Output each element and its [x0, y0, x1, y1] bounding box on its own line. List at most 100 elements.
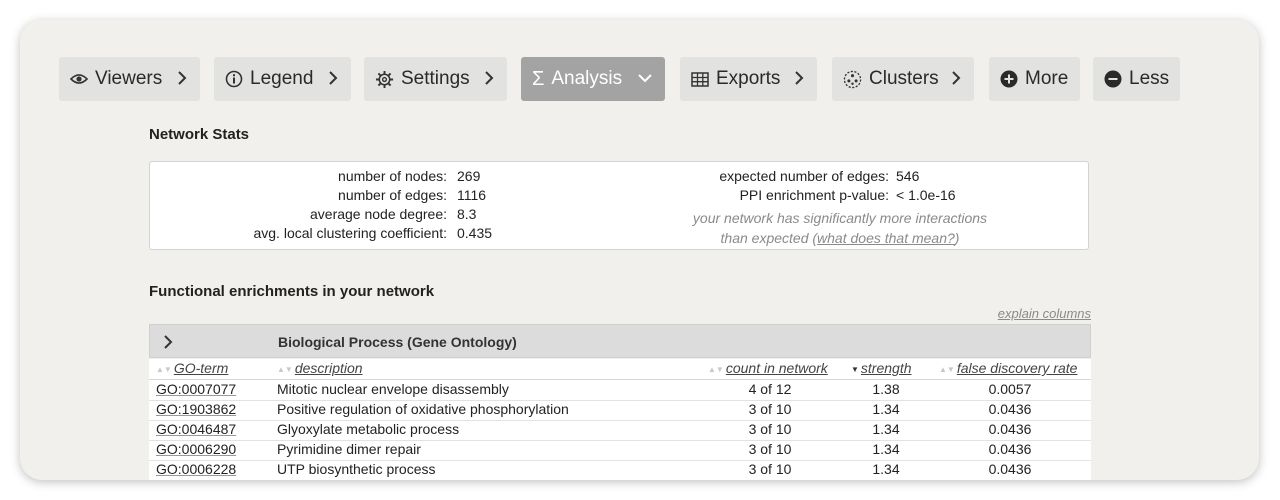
col-go-term[interactable]: ▲▼ GO-term [156, 360, 228, 376]
col-count-label: count in network [725, 360, 828, 376]
row-strength: 1.34 [872, 401, 900, 417]
what-does-that-mean-link[interactable]: what does that mean? [817, 230, 955, 246]
clusters-icon [843, 70, 862, 89]
network-stats-box: number of nodes: 269 number of edges: 11… [149, 161, 1089, 250]
row-count: 3 of 10 [748, 421, 792, 437]
legend-button[interactable]: Legend [214, 57, 351, 101]
go-term-link[interactable]: GO:1903862 [156, 401, 236, 417]
row-strength: 1.34 [872, 441, 900, 457]
ppi-label: PPI enrichment p-value: [739, 187, 889, 203]
sort-icon: ▲▼ [708, 364, 724, 374]
plus-circle-icon [1000, 70, 1018, 88]
clustering-value: 0.435 [457, 225, 493, 241]
chevron-down-icon [637, 68, 653, 88]
row-fdr: 0.0436 [988, 441, 1032, 457]
stat-expected-edges: expected number of edges: 546 [150, 167, 1090, 185]
enrichments-title: Functional enrichments in your network [149, 283, 435, 300]
col-strength[interactable]: ▼ strength [851, 360, 912, 376]
analysis-button[interactable]: Σ Analysis [521, 57, 665, 101]
go-term-link[interactable]: GO:0007077 [156, 381, 236, 397]
sort-icon: ▲▼ [277, 364, 293, 374]
expected-edges-value: 546 [896, 168, 920, 184]
col-description-label: description [294, 360, 363, 376]
window-frame: Viewers Legend Settings Σ Analysis Expor… [20, 20, 1259, 480]
table-icon [691, 71, 709, 87]
clustering-label: avg. local clustering coefficient: [253, 225, 447, 241]
eye-icon [70, 73, 88, 85]
note-line-2: than expected (what does that mean?) [650, 228, 1030, 248]
row-strength: 1.34 [872, 421, 900, 437]
network-stats-title: Network Stats [149, 126, 250, 143]
chevron-right-icon [950, 68, 962, 88]
col-go-term-label: GO-term [173, 360, 229, 376]
row-count: 3 of 10 [748, 401, 792, 417]
sort-down-icon: ▼ [851, 364, 859, 374]
enrichment-table: ▲▼ GO-term ▲▼ description ▲▼ count in netwo… [149, 359, 1091, 480]
note-prefix: than expected ( [720, 230, 818, 246]
col-fdr-label: false discovery rate [956, 360, 1078, 376]
go-term-link[interactable]: GO:0006228 [156, 461, 236, 477]
note-line-1: your network has significantly more inte… [692, 210, 988, 226]
clusters-button[interactable]: Clusters [832, 57, 974, 101]
stat-ppi: PPI enrichment p-value: < 1.0e-16 [150, 186, 1090, 204]
row-description: Glyoxylate metabolic process [277, 421, 460, 437]
gear-icon [375, 70, 394, 89]
row-description: Pyrimidine dimer repair [277, 441, 421, 457]
chevron-right-icon [483, 68, 495, 88]
row-description: Mitotic nuclear envelope disassembly [277, 381, 509, 397]
exports-label: Exports [716, 68, 781, 89]
row-fdr: 0.0057 [988, 381, 1032, 397]
table-row: GO:0006228 UTP biosynthetic process 3 of… [149, 460, 1091, 480]
more-button[interactable]: More [989, 57, 1080, 101]
col-strength-label: strength [860, 360, 912, 376]
table-row: GO:1903862 Positive regulation of oxidat… [149, 400, 1091, 421]
expected-edges-label: expected number of edges: [719, 168, 889, 184]
info-icon [225, 70, 243, 88]
row-description: UTP biosynthetic process [277, 461, 436, 477]
degree-value: 8.3 [457, 206, 477, 222]
row-count: 3 of 10 [748, 461, 792, 477]
col-fdr[interactable]: ▲▼ false discovery rate [939, 360, 1077, 376]
row-strength: 1.34 [872, 461, 900, 477]
explain-columns-link[interactable]: explain columns [998, 306, 1091, 321]
col-count[interactable]: ▲▼ count in network [708, 360, 828, 376]
sort-icon: ▲▼ [939, 364, 955, 374]
less-label: Less [1129, 68, 1170, 89]
exports-button[interactable]: Exports [680, 57, 817, 101]
enrichment-note: your network has significantly more inte… [650, 208, 1030, 248]
row-description: Positive regulation of oxidative phospho… [277, 401, 569, 417]
go-term-link[interactable]: GO:0046487 [156, 421, 236, 437]
category-header: Biological Process (Gene Ontology) [149, 324, 1091, 358]
viewers-label: Viewers [95, 68, 163, 89]
analysis-label: Analysis [551, 68, 623, 89]
row-strength: 1.38 [872, 381, 900, 397]
clusters-label: Clusters [869, 68, 939, 89]
settings-label: Settings [401, 68, 470, 89]
category-title: Biological Process (Gene Ontology) [278, 334, 517, 350]
less-button[interactable]: Less [1093, 57, 1180, 101]
row-fdr: 0.0436 [988, 401, 1032, 417]
table-header: ▲▼ GO-term ▲▼ description ▲▼ count in netwo… [149, 359, 1091, 380]
chevron-right-icon [327, 68, 339, 88]
table-row: GO:0006290 Pyrimidine dimer repair 3 of … [149, 440, 1091, 461]
ppi-value: < 1.0e-16 [896, 187, 956, 203]
row-count: 4 of 12 [748, 381, 792, 397]
settings-button[interactable]: Settings [364, 57, 507, 101]
sigma-icon: Σ [532, 67, 545, 90]
go-term-link[interactable]: GO:0006290 [156, 441, 236, 457]
row-count: 3 of 10 [748, 441, 792, 457]
legend-label: Legend [250, 68, 314, 89]
table-row: GO:0007077 Mitotic nuclear envelope disa… [149, 380, 1091, 401]
chevron-right-icon [176, 68, 188, 88]
more-label: More [1025, 68, 1069, 89]
degree-label: average node degree: [310, 206, 447, 222]
col-description[interactable]: ▲▼ description [277, 360, 363, 376]
viewers-button[interactable]: Viewers [59, 57, 200, 101]
note-suffix: ) [954, 230, 960, 246]
chevron-right-icon [793, 68, 805, 88]
sort-icon: ▲▼ [156, 364, 172, 374]
row-fdr: 0.0436 [988, 461, 1032, 477]
table-row: GO:0046487 Glyoxylate metabolic process … [149, 420, 1091, 441]
expand-chevron-icon[interactable] [162, 333, 174, 356]
row-fdr: 0.0436 [988, 421, 1032, 437]
